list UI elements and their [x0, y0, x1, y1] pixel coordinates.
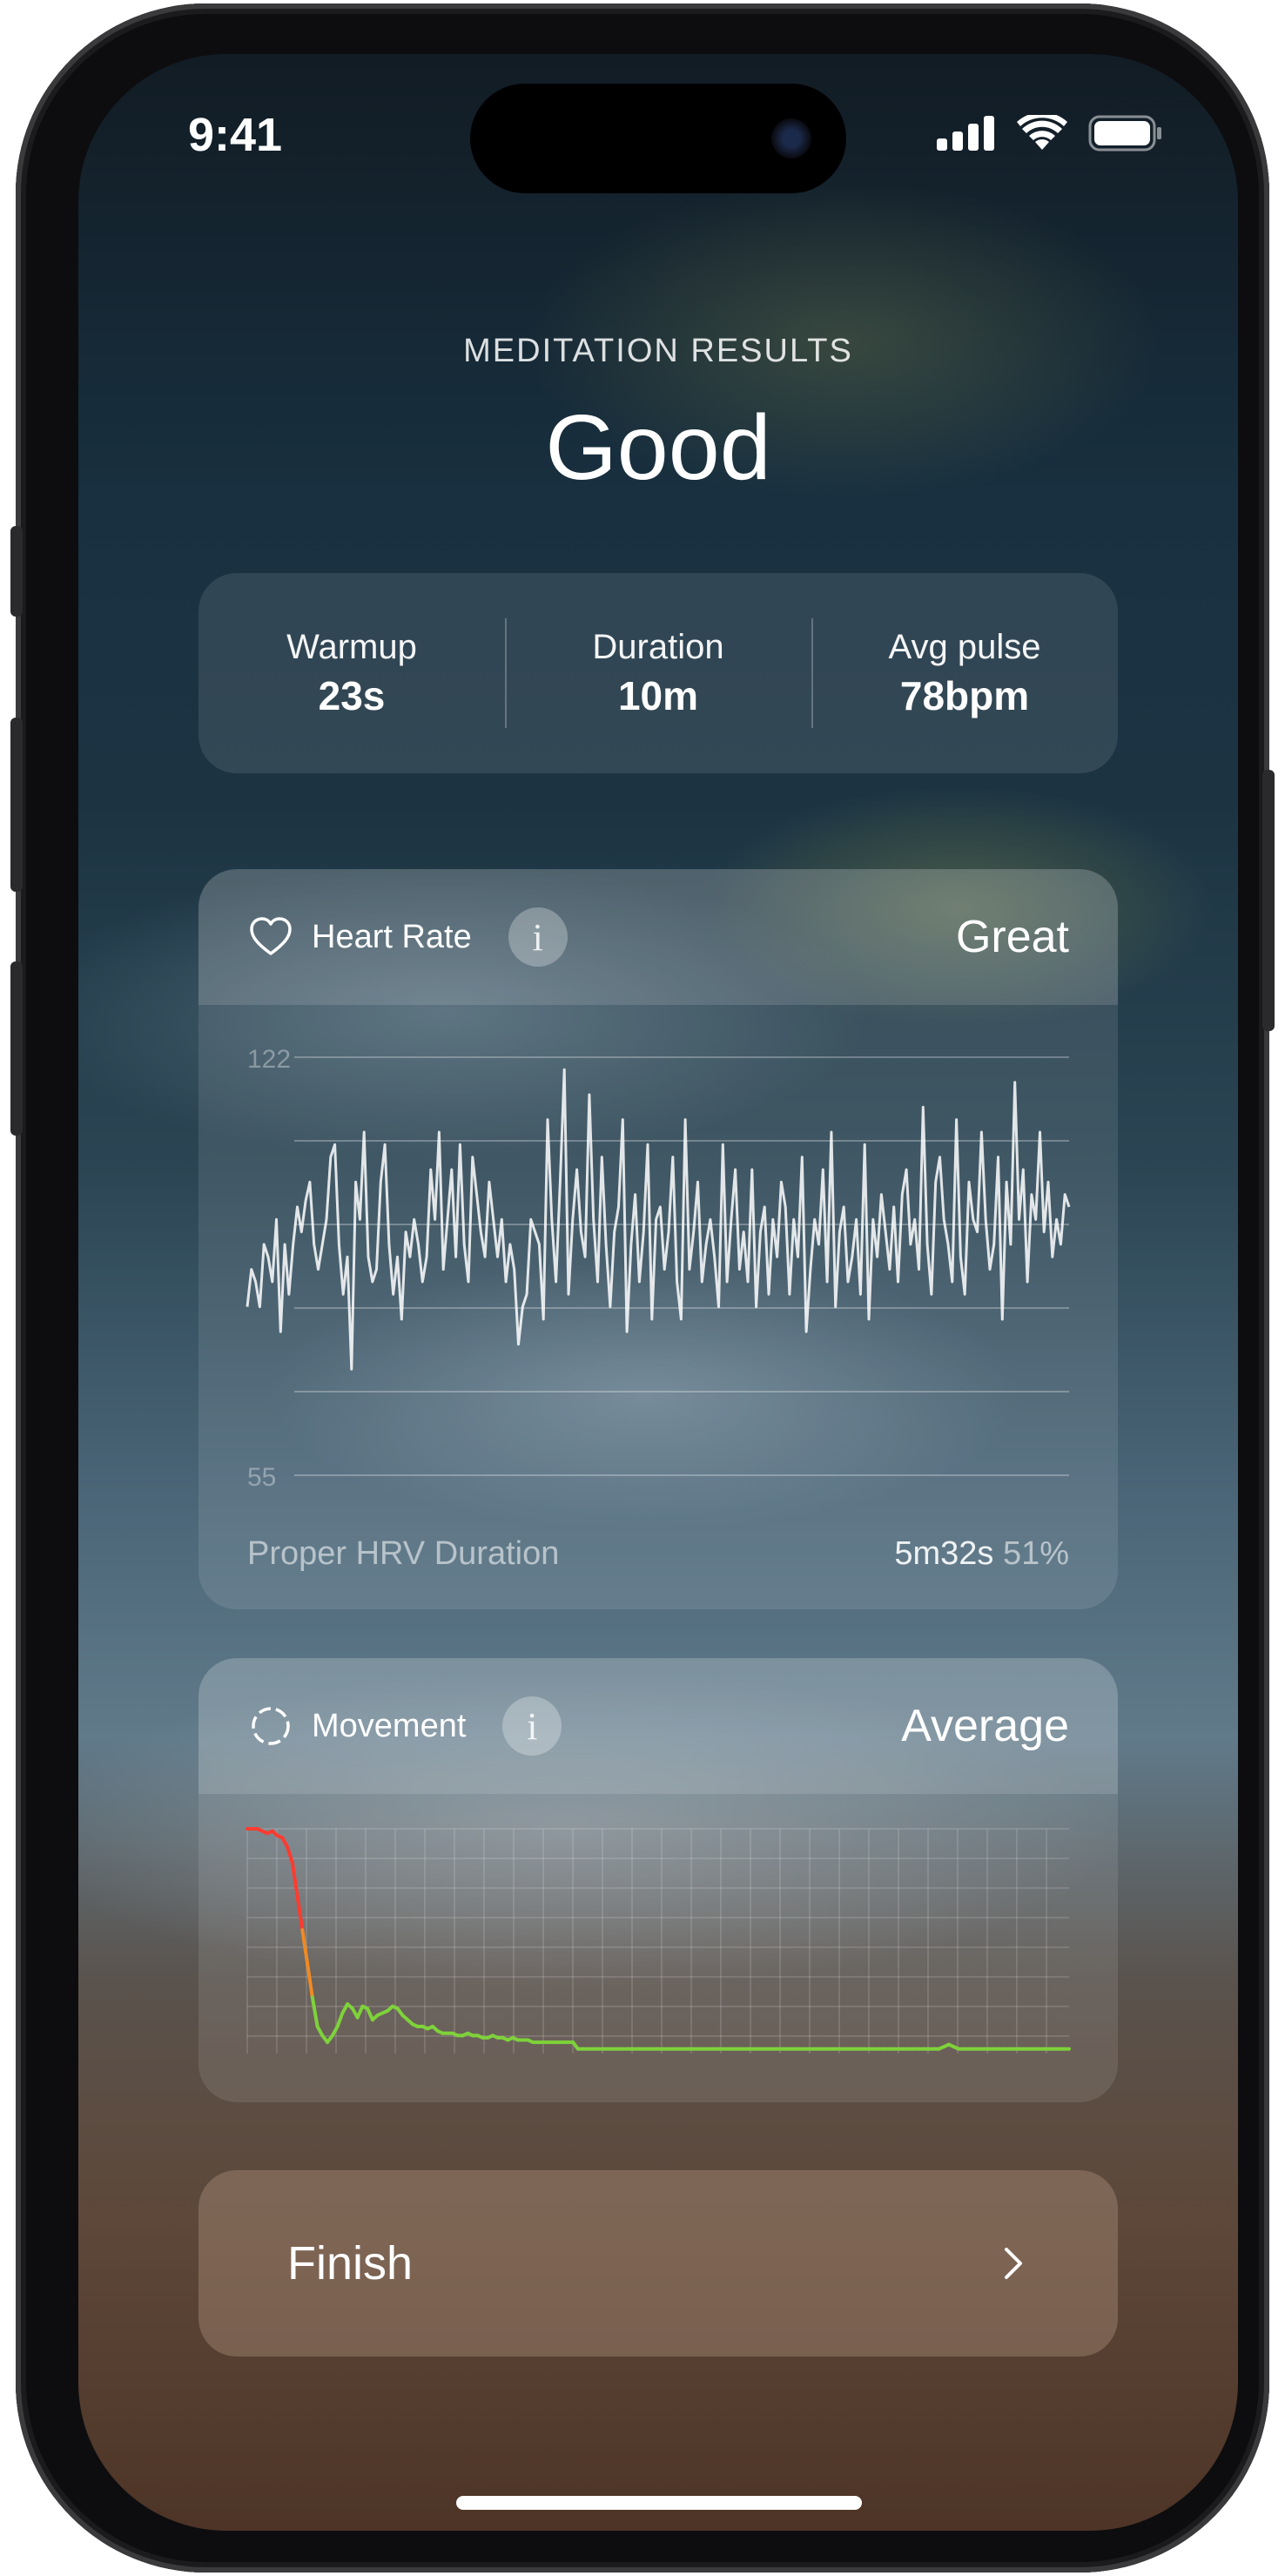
action-button [10, 526, 23, 617]
status-time: 9:41 [188, 109, 283, 161]
y-min-tick: 55 [247, 1463, 276, 1492]
stat-value: 10m [617, 672, 699, 718]
camera-icon [771, 118, 811, 158]
heart-outline-icon [250, 917, 292, 955]
movement-segment [286, 1844, 294, 1865]
heart-rate-header: Heart Rate i Great [198, 869, 1118, 1005]
cellular-signal-icon [937, 116, 994, 151]
status-icons [937, 115, 1163, 152]
finish-button[interactable]: Finish [198, 2170, 1118, 2357]
results-rating: Good [545, 396, 771, 499]
volume-up-button [10, 718, 23, 892]
heart-rate-card[interactable]: Heart Rate i Great 122 55 Proper HRV Dura… [198, 869, 1118, 1609]
screen: 9:41 MEDITATION RESULTS Good Warmup 23s … [78, 54, 1238, 2531]
stat-label: Warmup [286, 627, 417, 666]
hrv-duration-value-group: 5m32s 51% [894, 1535, 1069, 1573]
movement-card[interactable]: Movement i Average [198, 1658, 1118, 2102]
y-max-tick: 122 [247, 1045, 291, 1074]
home-indicator[interactable] [456, 2496, 862, 2510]
heart-rate-series [246, 1068, 1071, 1371]
stat-value: 78bpm [899, 672, 1030, 718]
stat-avg-pulse: Avg pulse 78bpm [811, 573, 1118, 773]
dashed-circle-icon [252, 1707, 290, 1745]
movement-rating: Average [901, 1701, 1069, 1751]
stat-warmup: Warmup 23s [198, 573, 505, 773]
movement-segment [310, 1995, 320, 2028]
stat-label: Duration [592, 627, 724, 666]
movement-segment [366, 2006, 374, 2022]
movement-segment [335, 2011, 345, 2028]
stats-card: Warmup 23s Duration 10m Avg pulse 78bpm [198, 573, 1118, 773]
heart-rate-info-button[interactable]: i [508, 907, 568, 967]
movement-segment [306, 1961, 314, 1999]
battery-icon [1088, 115, 1161, 152]
movement-segment [295, 1894, 305, 1932]
movement-segment [290, 1860, 299, 1898]
heart-rate-rating: Great [955, 912, 1069, 962]
heart-rate-label: Heart Rate [312, 918, 472, 955]
finish-label: Finish [287, 2237, 414, 2289]
stat-label: Avg pulse [888, 627, 1041, 666]
hrv-duration-value: 5m32s [894, 1535, 994, 1572]
chevron-right-icon [1005, 2248, 1022, 2279]
hrv-duration-label: Proper HRV Duration [247, 1535, 560, 1572]
power-button [1262, 770, 1275, 1031]
wifi-icon [1017, 115, 1067, 150]
movement-info-button[interactable]: i [502, 1696, 562, 1756]
movement-segment [355, 2004, 365, 2020]
phone-frame: 9:41 MEDITATION RESULTS Good Warmup 23s … [10, 3, 1275, 2573]
stat-duration: Duration 10m [505, 573, 811, 773]
results-label: MEDITATION RESULTS [463, 333, 853, 369]
movement-chart [246, 1827, 1071, 2053]
stat-value: 23s [318, 672, 386, 718]
volume-down-button [10, 961, 23, 1136]
hrv-footer: Proper HRV Duration 5m32s 51% [247, 1535, 1069, 1573]
hrv-duration-percent: 51% [1002, 1535, 1069, 1572]
movement-header: Movement i Average [198, 1658, 1118, 1794]
movement-label: Movement [312, 1707, 467, 1744]
dynamic-island [470, 84, 846, 193]
heart-rate-chart: 122 55 [246, 1045, 1071, 1492]
